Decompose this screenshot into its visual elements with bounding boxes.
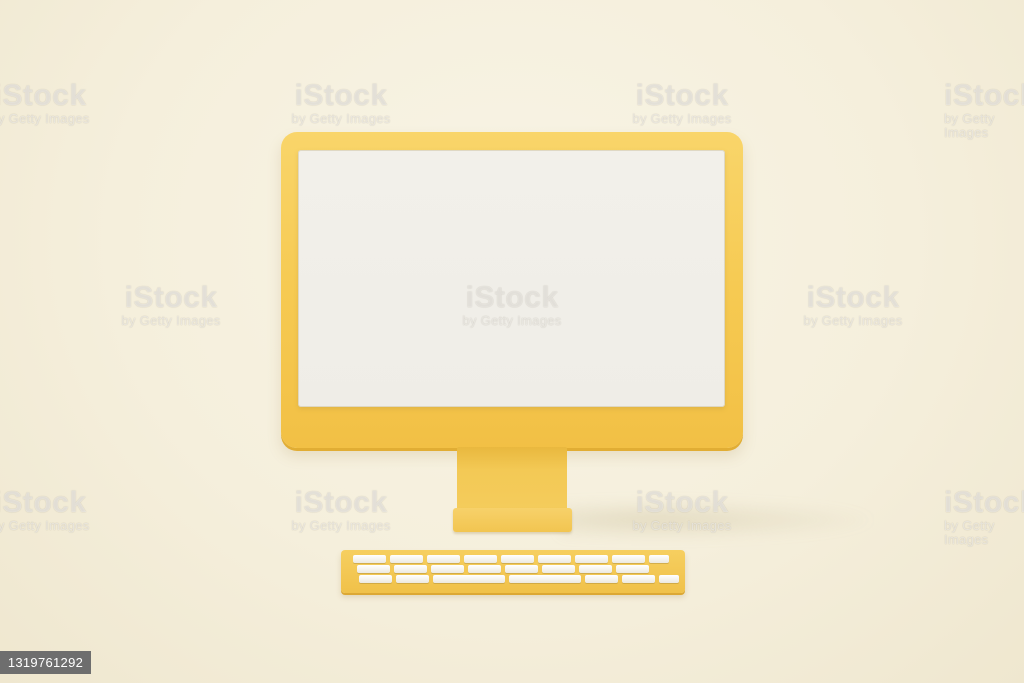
keyboard-key [464, 555, 497, 563]
watermark: iStock by Getty Images [0, 486, 90, 533]
keyboard-key [357, 565, 390, 573]
watermark: iStock by Getty Images [944, 486, 1024, 547]
keyboard-key [616, 565, 649, 573]
keyboard-key [575, 555, 608, 563]
keyboard-key [433, 575, 505, 583]
keyboard-key [390, 555, 423, 563]
keyboard [341, 550, 685, 593]
watermark: iStock by Getty Images [803, 281, 903, 328]
stock-id-tag: 1319761292 [0, 651, 91, 674]
keyboard-key [505, 565, 538, 573]
keyboard-key [396, 575, 429, 583]
keyboard-key [659, 575, 679, 583]
keyboard-key [394, 565, 427, 573]
watermark: iStock by Getty Images [0, 79, 90, 126]
keyboard-row-3 [359, 575, 679, 583]
keyboard-key [509, 575, 581, 583]
keyboard-key [538, 555, 571, 563]
keyboard-row-2 [357, 565, 649, 573]
keyboard-key [353, 555, 386, 563]
keyboard-key [612, 555, 645, 563]
keyboard-key [585, 575, 618, 583]
watermark: iStock by Getty Images [632, 486, 732, 533]
keyboard-key [622, 575, 655, 583]
watermark: iStock by Getty Images [291, 79, 391, 126]
monitor-screen [298, 150, 725, 407]
keyboard-key [468, 565, 501, 573]
keyboard-key [579, 565, 612, 573]
keyboard-key [431, 565, 464, 573]
watermark: iStock by Getty Images [462, 281, 562, 328]
watermark: iStock by Getty Images [632, 79, 732, 126]
keyboard-key [501, 555, 534, 563]
product-scene: iStock by Getty Images iStock by Getty I… [0, 0, 1024, 683]
keyboard-row-1 [353, 555, 669, 563]
watermark: iStock by Getty Images [291, 486, 391, 533]
watermark: iStock by Getty Images [944, 79, 1024, 140]
keyboard-key [649, 555, 669, 563]
monitor-stand-neck [457, 447, 567, 513]
keyboard-key [359, 575, 392, 583]
keyboard-key [427, 555, 460, 563]
keyboard-key [542, 565, 575, 573]
watermark: iStock by Getty Images [121, 281, 221, 328]
monitor-stand-base [453, 508, 572, 532]
